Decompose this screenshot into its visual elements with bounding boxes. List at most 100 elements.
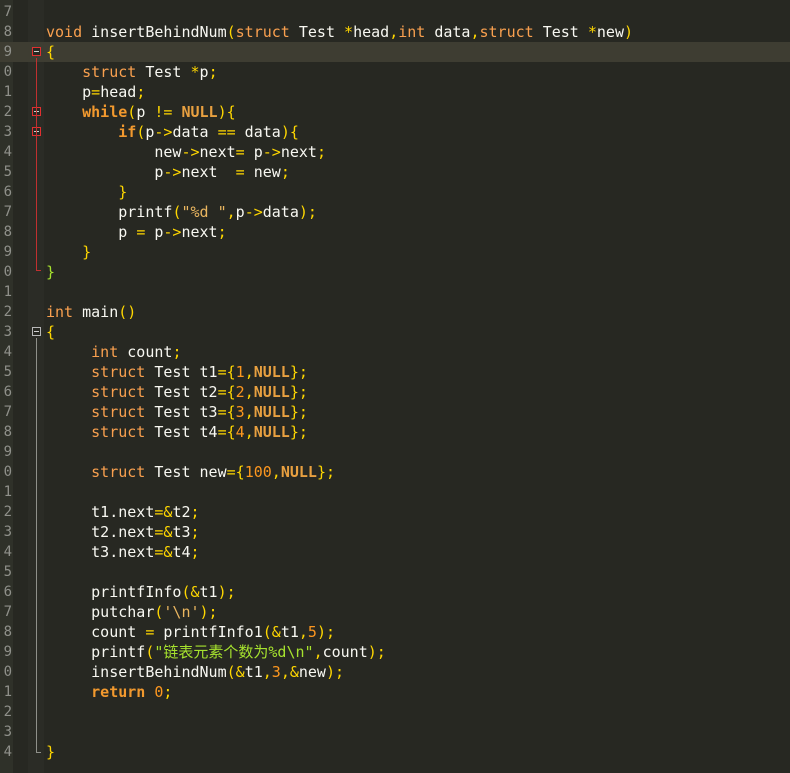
code-line[interactable]: 4 new->next= p->next; <box>0 142 790 162</box>
code-line[interactable]: 9{ <box>0 42 790 62</box>
code-line[interactable]: 3 t2.next=&t3; <box>0 522 790 542</box>
line-code: struct Test t1={1,NULL}; <box>46 362 308 382</box>
line-number: 5 <box>3 564 12 580</box>
code-token: -> <box>163 163 182 181</box>
code-token: struct <box>91 423 146 441</box>
code-token: insertBehindNum <box>46 663 227 681</box>
code-line[interactable]: 4 t3.next=&t4; <box>0 542 790 562</box>
code-line[interactable]: 2 while(p != NULL){ <box>0 102 790 122</box>
code-line[interactable]: 9 } <box>0 242 790 262</box>
code-token: ); <box>199 603 218 621</box>
code-token: t1 <box>199 583 218 601</box>
code-line[interactable]: 9 <box>0 442 790 462</box>
code-token: ; <box>163 683 173 701</box>
code-token: t3 <box>172 523 191 541</box>
code-line[interactable]: 5 struct Test t1={1,NULL}; <box>0 362 790 382</box>
code-token: if <box>118 123 137 141</box>
code-token: }; <box>289 383 308 401</box>
code-line[interactable]: 7 putchar('\n'); <box>0 602 790 622</box>
line-code: struct Test new={100,NULL}; <box>46 462 335 482</box>
code-token: '\n' <box>163 603 200 621</box>
code-line[interactable]: 3{ <box>0 322 790 342</box>
line-number: 7 <box>3 4 12 20</box>
code-editor[interactable]: 7 8 void insertBehindNum(struct Test *head… <box>0 0 790 773</box>
line-code: struct Test *p; <box>46 62 217 82</box>
code-line[interactable]: 8 p = p->next; <box>0 222 790 242</box>
code-token: * <box>587 23 597 41</box>
code-token: ; <box>136 83 146 101</box>
code-token: struct <box>91 403 146 421</box>
code-token: t1 <box>244 663 263 681</box>
code-line[interactable]: 4 int count; <box>0 342 790 362</box>
code-line[interactable]: 4} <box>0 742 790 762</box>
code-line[interactable]: 3 if(p->data == data){ <box>0 122 790 142</box>
code-line[interactable]: 2 t1.next=&t2; <box>0 502 790 522</box>
code-line[interactable]: 7 <box>0 2 790 22</box>
code-line[interactable]: 8 struct Test t4={4,NULL}; <box>0 422 790 442</box>
code-line[interactable]: 7 printf("%d ",p->data); <box>0 202 790 222</box>
code-line[interactable]: 6 struct Test t2={2,NULL}; <box>0 382 790 402</box>
line-number: 6 <box>3 584 12 600</box>
code-line[interactable]: 9 printf("链表元素个数为%d\n",count); <box>0 642 790 662</box>
code-token: { <box>46 323 56 341</box>
line-code: printf("%d ",p->data); <box>46 202 317 222</box>
code-token: t4 <box>172 543 191 561</box>
code-token: data <box>172 123 218 141</box>
code-line[interactable]: 2 int main() <box>0 302 790 322</box>
code-line[interactable]: 8 count = printfInfo1(&t1,5); <box>0 622 790 642</box>
code-token: Test <box>289 23 345 41</box>
code-token: = <box>235 143 245 161</box>
code-line[interactable]: 0 insertBehindNum(&t1,3,&new); <box>0 662 790 682</box>
code-line[interactable]: 2 <box>0 702 790 722</box>
code-line[interactable]: 1 <box>0 482 790 502</box>
code-line[interactable]: 0 struct Test new={100,NULL}; <box>0 462 790 482</box>
code-line[interactable]: 6 printfInfo(&t1); <box>0 582 790 602</box>
line-number: 3 <box>3 324 12 340</box>
line-number: 8 <box>3 624 12 640</box>
line-number: 0 <box>3 264 12 280</box>
code-token: int <box>398 23 426 41</box>
code-token: -> <box>154 123 173 141</box>
line-number: 9 <box>3 644 12 660</box>
code-token: } <box>46 743 56 761</box>
code-line[interactable]: 3 <box>0 722 790 742</box>
code-token: = <box>136 223 146 241</box>
code-token: , <box>470 23 480 41</box>
line-number: 2 <box>3 304 12 320</box>
code-line[interactable]: 5 <box>0 562 790 582</box>
code-line[interactable]: 1 return 0; <box>0 682 790 702</box>
line-code: printfInfo(&t1); <box>46 582 236 602</box>
line-number: 3 <box>3 724 12 740</box>
code-line[interactable]: 0 struct Test *p; <box>0 62 790 82</box>
code-token: head <box>353 23 390 41</box>
code-token: * <box>190 63 200 81</box>
code-line[interactable]: 8 void insertBehindNum(struct Test *head,… <box>0 22 790 42</box>
line-number: 2 <box>3 104 12 120</box>
line-number: 0 <box>3 664 12 680</box>
code-line[interactable]: 0} <box>0 262 790 282</box>
code-token: NULL <box>253 423 290 441</box>
code-line[interactable]: 1 <box>0 282 790 302</box>
line-code: p=head; <box>46 82 145 102</box>
fold-guide-end <box>36 270 41 271</box>
code-line[interactable]: 5 p->next = new; <box>0 162 790 182</box>
code-token: ={ <box>226 463 245 481</box>
code-token: , <box>298 623 308 641</box>
code-token: ( <box>136 123 146 141</box>
fold-collapse-icon[interactable] <box>32 47 41 56</box>
code-token: (& <box>262 623 281 641</box>
code-token: , <box>389 23 399 41</box>
fold-collapse-icon[interactable] <box>32 327 41 336</box>
code-line[interactable]: 1 p=head; <box>0 82 790 102</box>
line-code: p->next = new; <box>46 162 289 182</box>
code-token: NULL <box>181 103 218 121</box>
line-code: t1.next=&t2; <box>46 502 199 522</box>
code-line[interactable]: 7 struct Test t3={3,NULL}; <box>0 402 790 422</box>
code-line[interactable]: 6 } <box>0 182 790 202</box>
code-token: = <box>235 163 245 181</box>
code-token: p <box>244 143 263 161</box>
code-token: ); <box>316 623 335 641</box>
code-token: ( <box>127 103 137 121</box>
